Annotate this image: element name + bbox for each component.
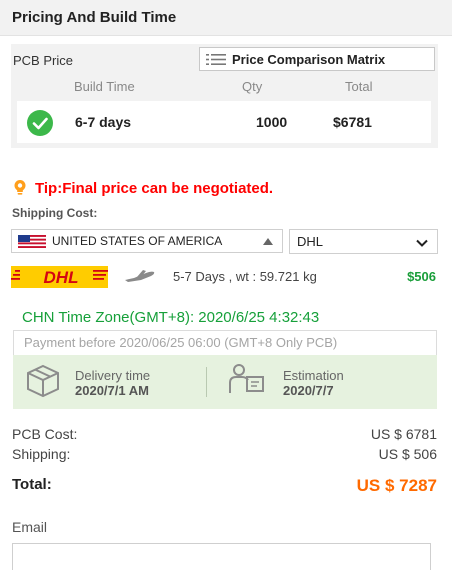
svg-text:DHL: DHL [44, 268, 79, 287]
total-price: US $ 7287 [356, 476, 437, 495]
box-icon [27, 364, 59, 398]
panel-title: Pricing And Build Time [12, 9, 177, 26]
qty-value: 1000 [256, 114, 288, 130]
country-value: UNITED STATES OF AMERICA [52, 234, 223, 248]
shipping-cost-label: Shipping Cost: [12, 206, 98, 220]
carrier-select[interactable]: DHL [289, 229, 438, 254]
shipping-days-weight: 5-7 Days , wt : 59.721 kg [173, 269, 317, 284]
delivery-time-label: Delivery time [75, 368, 151, 383]
column-header-total: Total [345, 79, 373, 94]
chevron-down-icon [416, 239, 428, 247]
email-label: Email [12, 519, 48, 535]
column-header-qty: Qty [242, 79, 263, 94]
payment-deadline: Payment before 2020/06/25 06:00 (GMT+8 O… [13, 330, 437, 355]
pcb-price-box: PCB Price Price Comparison Matrix Build … [11, 44, 438, 148]
panel-header: Pricing And Build Time [0, 0, 452, 36]
pcb-cost-value: US $ 6781 [370, 426, 437, 442]
price-comparison-matrix-label: Price Comparison Matrix [232, 51, 386, 67]
delivery-time-value: 2020/7/1 AM [75, 383, 149, 398]
delivery-divider [206, 367, 207, 397]
estimation-label: Estimation [283, 368, 344, 383]
bulb-icon [14, 180, 26, 195]
chevron-up-icon [263, 238, 273, 245]
shipping-label: Shipping: [12, 446, 71, 462]
shipping-cost-value: $506 [407, 269, 436, 284]
price-comparison-matrix-button[interactable]: Price Comparison Matrix [199, 47, 435, 71]
pcb-price-label: PCB Price [13, 53, 73, 68]
carrier-value: DHL [297, 234, 324, 249]
time-zone-text: CHN Time Zone(GMT+8): 2020/6/25 4:32:43 [22, 309, 320, 326]
dhl-logo: DHL [11, 266, 108, 288]
column-header-build-time: Build Time [74, 79, 135, 94]
list-icon [206, 53, 226, 65]
pricing-panel: Pricing And Build Time PCB Price Price C… [0, 0, 452, 570]
payment-deadline-text: Payment before 2020/06/25 06:00 (GMT+8 O… [24, 335, 338, 350]
build-time-option-row[interactable]: 6-7 days 1000 $6781 [17, 101, 431, 143]
check-icon [27, 110, 53, 136]
shipping-value: US $ 506 [378, 446, 437, 462]
email-input[interactable] [12, 543, 431, 570]
worker-icon [229, 364, 264, 393]
tip-row: Tip:Final price can be negotiated. [14, 178, 273, 198]
delivery-info: Delivery time 2020/7/1 AM Estimation 202… [13, 355, 437, 409]
pcb-cost-label: PCB Cost: [12, 426, 78, 442]
country-select[interactable]: UNITED STATES OF AMERICA [11, 229, 283, 253]
tip-text: Tip:Final price can be negotiated. [35, 179, 274, 197]
flag-us-icon [18, 234, 46, 248]
estimation-value: 2020/7/7 [283, 383, 334, 398]
total-value: $6781 [333, 114, 372, 130]
plane-icon [125, 270, 155, 282]
total-label: Total: [12, 476, 52, 493]
build-time-value: 6-7 days [75, 114, 132, 130]
